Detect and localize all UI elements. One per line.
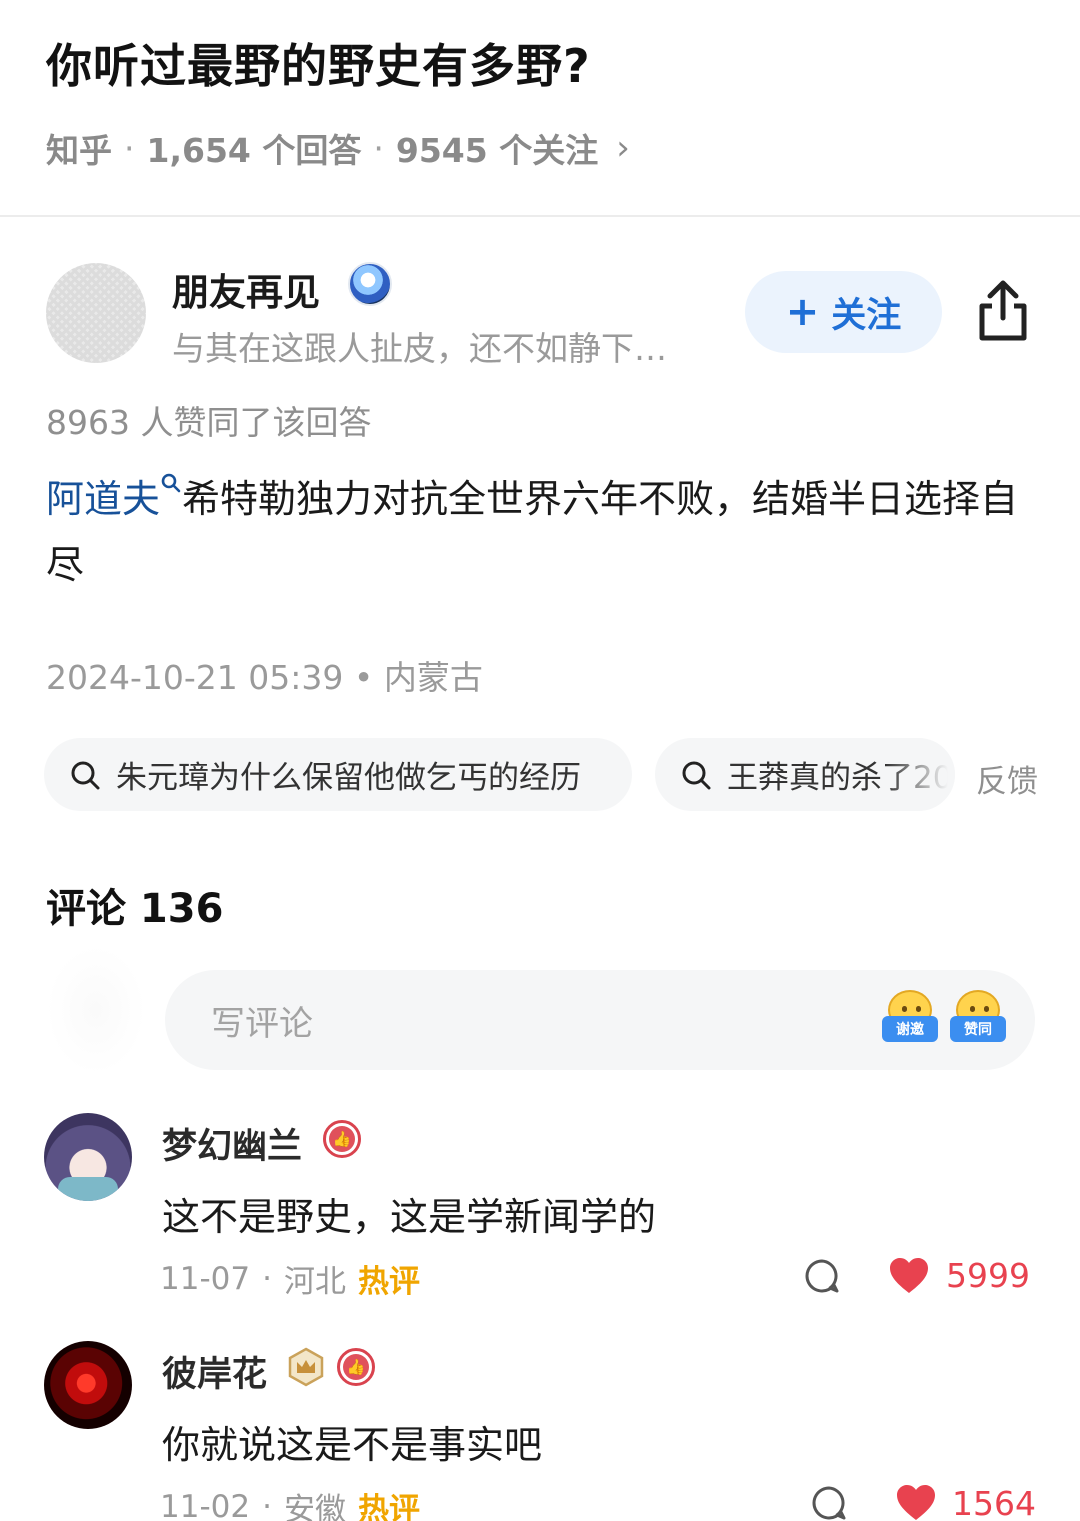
feedback-link[interactable]: 反馈 — [976, 756, 1038, 801]
chevron-right-icon: › — [616, 128, 630, 168]
separator-dot: · — [373, 128, 384, 168]
divider — [0, 215, 1080, 217]
answer-body: 阿道夫 希特勒独力对抗全世界六年不败，结婚半日选择自尽 — [46, 466, 1036, 598]
search-icon — [682, 761, 711, 789]
hot-comment-tag: 热评 — [357, 1492, 420, 1521]
separator-dot: · — [262, 1260, 272, 1297]
source-label: 知乎 — [46, 131, 112, 170]
link-search-icon — [161, 473, 181, 493]
commenter-name[interactable]: 彼岸花 — [162, 1346, 267, 1397]
comment-location: 安徽 — [283, 1492, 346, 1521]
share-icon[interactable] — [974, 278, 1032, 344]
separator-dot: · — [262, 1488, 272, 1521]
plus-icon: + — [785, 289, 820, 335]
upvote-summary: 8963 人赞同了该回答 — [46, 403, 372, 442]
heart-icon[interactable] — [895, 1484, 937, 1521]
thumbs-up-badge-icon: 👍 — [323, 1120, 361, 1158]
author-badge-icon — [348, 262, 392, 306]
commenter-avatar[interactable] — [44, 1113, 132, 1201]
like-count: 1564 — [952, 1484, 1036, 1521]
crown-badge-icon — [288, 1347, 324, 1387]
comments-title: 评论 136 — [46, 886, 224, 932]
user-avatar — [46, 945, 146, 1075]
question-meta[interactable]: 知乎 · 1,654 个回答 · 9545 个关注 › — [46, 124, 630, 172]
follow-label: 关注 — [831, 295, 902, 336]
comment-bubble-icon[interactable] — [803, 1257, 841, 1295]
search-icon — [71, 761, 100, 789]
hot-comment-tag: 热评 — [357, 1264, 420, 1300]
comment-bubble-icon[interactable] — [810, 1484, 848, 1521]
answer-count: 1,654 个回答 — [146, 131, 362, 170]
comment-date: 11-07 — [160, 1260, 251, 1297]
author-name[interactable]: 朋友再见 — [172, 262, 320, 316]
related-search-chip[interactable]: 王莽真的杀了20 — [655, 738, 955, 811]
question-title[interactable]: 你听过最野的野史有多野? — [46, 30, 591, 96]
follow-button[interactable]: + 关注 — [745, 271, 942, 353]
entity-link[interactable]: 阿道夫 — [46, 477, 160, 521]
separator-dot: · — [124, 128, 135, 168]
author-bio: 与其在这跟人扯皮，还不如静下… — [172, 329, 667, 368]
emoji-agree-button[interactable]: 赞同 — [950, 990, 1006, 1048]
commenter-name[interactable]: 梦幻幽兰 — [162, 1118, 302, 1169]
thumbs-up-badge-icon: 👍 — [337, 1348, 375, 1386]
comment-meta: 11-02 · 安徽 热评 — [160, 1484, 420, 1521]
comment-input-placeholder: 写评论 — [211, 1003, 313, 1044]
emoji-tag: 谢邀 — [882, 1016, 938, 1042]
comment-location: 河北 — [283, 1264, 346, 1300]
answer-text: 希特勒独力对抗全世界六年不败，结婚半日选择自尽 — [46, 477, 1019, 587]
comment-meta: 11-07 · 河北 热评 — [160, 1256, 420, 1301]
commenter-avatar[interactable] — [44, 1341, 132, 1429]
heart-icon[interactable] — [888, 1257, 930, 1295]
related-search-text: 朱元璋为什么保留他做乞丐的经历 — [116, 760, 581, 796]
answer-timestamp: 2024-10-21 05:39 • 内蒙古 — [46, 658, 483, 697]
emoji-tag: 赞同 — [950, 1016, 1006, 1042]
comment-text: 这不是野史，这是学新闻学的 — [162, 1195, 657, 1239]
related-search-chip[interactable]: 朱元璋为什么保留他做乞丐的经历 — [44, 738, 632, 811]
emoji-thanks-button[interactable]: 谢邀 — [882, 990, 938, 1048]
follower-count: 9545 个关注 — [395, 131, 599, 170]
fade-overlay — [885, 738, 955, 811]
comment-text: 你就说这是不是事实吧 — [162, 1423, 543, 1467]
like-count: 5999 — [946, 1256, 1030, 1295]
author-avatar[interactable] — [46, 263, 146, 363]
comment-date: 11-02 — [160, 1488, 251, 1521]
